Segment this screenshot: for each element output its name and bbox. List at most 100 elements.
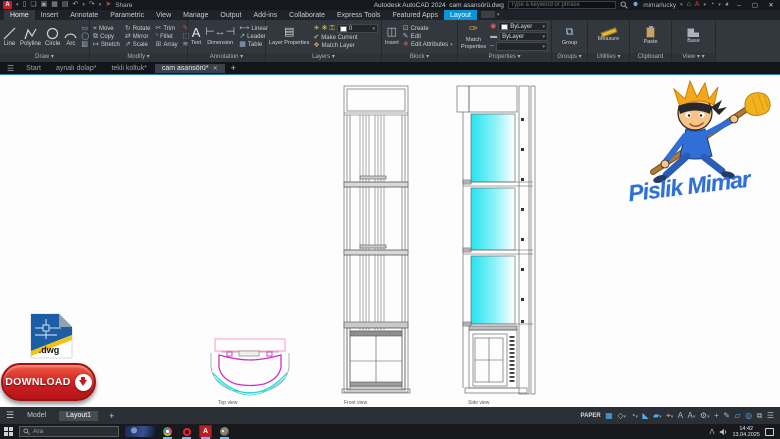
grid-display-icon[interactable]: ▦	[605, 411, 613, 420]
isometric-drafting-icon[interactable]: ▰▾	[653, 411, 662, 420]
annotation-monitor-icon[interactable]: ✎	[723, 411, 730, 420]
panel-utilities-label[interactable]: Utilities ▾	[588, 53, 629, 62]
insert-block-button[interactable]: ◫ Insert	[385, 26, 399, 46]
panel-layers-label[interactable]: Layers ▾	[266, 53, 381, 62]
file-tab-start[interactable]: Start	[19, 64, 48, 73]
object-snap-icon[interactable]: ⌖▾	[666, 411, 673, 421]
new-file-icon[interactable]: ▯	[23, 1, 27, 9]
lineweight-select[interactable]: ByLayer ▾	[499, 32, 548, 41]
tab-parametric[interactable]: Parametric	[104, 10, 150, 20]
maximize-button[interactable]: ▢	[749, 1, 761, 9]
trim-tool[interactable]: ✂Trim	[155, 25, 177, 32]
tab-view[interactable]: View	[150, 10, 177, 20]
polar-tracking-icon[interactable]: ◔▾	[630, 411, 637, 420]
match-properties-button[interactable]: ✑ MatchProperties	[461, 23, 486, 49]
layer-properties-button[interactable]: ▤ Layer Properties	[269, 26, 309, 46]
window-thumbnail[interactable]	[125, 426, 155, 437]
copy-tool[interactable]: ⧉Copy	[93, 33, 120, 40]
edit-block-button[interactable]: ✎Edit	[403, 33, 453, 40]
move-tool[interactable]: ⌖Move	[93, 25, 120, 32]
user-caret-icon[interactable]: ▾	[680, 2, 683, 8]
tab-express-tools[interactable]: Express Tools	[331, 10, 386, 20]
mirror-tool[interactable]: ⇄Mirror	[125, 33, 151, 40]
text-tool[interactable]: A Text	[191, 26, 201, 46]
paste-button[interactable]: Paste	[643, 27, 657, 45]
new-drawing-button[interactable]: +	[226, 63, 241, 73]
create-block-button[interactable]: ⊡Create	[403, 25, 453, 32]
crosshair-icon[interactable]: +	[714, 411, 719, 420]
arc-tool[interactable]: Arc	[64, 27, 77, 47]
hatch-tool-icon[interactable]: ▨	[81, 41, 89, 48]
snap-mode-icon[interactable]: ◇▾	[617, 411, 626, 420]
redo-icon[interactable]: ↷	[89, 1, 95, 9]
save-as-icon[interactable]: ▦	[51, 1, 58, 9]
user-icon[interactable]: ☻	[632, 1, 639, 9]
username-label[interactable]: mimarlucky	[643, 2, 676, 9]
dwg-file-icon[interactable]: .dwg	[27, 313, 75, 359]
share-label[interactable]: Share	[115, 2, 132, 9]
layer-lock-icon[interactable]: ⚿	[330, 25, 335, 32]
minimize-button[interactable]: –	[733, 2, 745, 9]
tab-home[interactable]: Home	[4, 10, 35, 20]
tab-layout[interactable]: Layout	[444, 10, 477, 20]
customization-icon[interactable]: ☰	[767, 411, 774, 420]
tab-annotate[interactable]: Annotate	[64, 10, 104, 20]
undo-icon[interactable]: ↶	[73, 1, 79, 9]
panel-modify-label[interactable]: Modify ▾	[90, 53, 187, 62]
workspace-gear-icon[interactable]: ⚙▾	[700, 411, 710, 420]
taskbar-opera[interactable]	[180, 425, 193, 438]
object-color-select[interactable]: ByLayer ▾	[498, 22, 548, 31]
group-button[interactable]: ⧉ Group	[562, 26, 577, 46]
help-globe-icon[interactable]: ◔	[710, 1, 714, 9]
layout-menu-icon[interactable]: ☰	[6, 410, 14, 421]
tab-add-ins[interactable]: Add-ins	[247, 10, 283, 20]
model-tab[interactable]: Model	[20, 411, 53, 421]
taskbar-clock[interactable]: 14:42 13.04.2025	[732, 426, 760, 438]
open-file-icon[interactable]: ❏	[30, 1, 36, 9]
search-icon[interactable]	[620, 1, 628, 9]
edit-attributes-button[interactable]: ❖Edit Attributes ▾	[403, 41, 453, 48]
download-button[interactable]: DOWNLOAD	[1, 363, 96, 401]
tray-chevron-icon[interactable]: ⋀	[710, 428, 715, 435]
a-caret-icon[interactable]: ▾	[704, 2, 707, 8]
circle-tool[interactable]: Circle	[45, 27, 60, 47]
fillet-tool[interactable]: ◝Fillet	[155, 33, 177, 40]
file-tab-tekli-koltuk[interactable]: tekli koltuk*	[104, 64, 153, 73]
layer-on-icon[interactable]: ☀	[313, 25, 319, 32]
rotate-tool[interactable]: ↻Rotate	[125, 25, 151, 32]
match-layer-button[interactable]: ❖ Match Layer	[313, 42, 378, 49]
app-menu-caret-icon[interactable]: ▾	[16, 2, 19, 8]
layer-select[interactable]: 0 ▾	[337, 24, 378, 33]
isolate-objects-icon[interactable]: ◎	[745, 411, 752, 420]
paper-space-indicator[interactable]: PAPER	[581, 413, 601, 419]
ortho-mode-icon[interactable]: ◣	[642, 411, 648, 420]
scale-tool[interactable]: ⇗Scale	[125, 41, 151, 48]
tab-insert[interactable]: Insert	[35, 10, 65, 20]
help-caret-icon[interactable]: ▾	[718, 2, 721, 8]
table-tool[interactable]: ▦Table	[239, 41, 268, 48]
undo-caret-icon[interactable]: ▾	[82, 2, 85, 8]
app-store-icon[interactable]: ⌂	[687, 1, 691, 9]
save-icon[interactable]: ▣	[41, 1, 48, 9]
tab-output[interactable]: Output	[214, 10, 247, 20]
app-menu-button[interactable]: A	[3, 1, 12, 9]
tab-featured-apps[interactable]: Featured Apps	[386, 10, 444, 20]
taskbar-search[interactable]: Ara	[19, 426, 119, 437]
line-tool[interactable]: Line	[3, 27, 16, 47]
autodesk-a-icon[interactable]: A	[695, 1, 700, 9]
close-tab-icon[interactable]: ✕	[213, 65, 218, 72]
base-view-button[interactable]: Base	[687, 28, 700, 44]
panel-view-label[interactable]: View ▾ ▾	[672, 53, 715, 62]
ribbon-display-toggle[interactable]	[481, 11, 495, 18]
notification-bell-icon[interactable]: ◕	[725, 1, 729, 9]
leader-tool[interactable]: ↗Leader	[239, 33, 268, 40]
file-tab-aynali-dolap[interactable]: aynalı dolap*	[49, 64, 103, 73]
layer-freeze-icon[interactable]: ❄	[322, 25, 328, 32]
make-current-button[interactable]: ✔ Make Current	[313, 34, 378, 41]
taskbar-autocad[interactable]: A	[199, 425, 212, 438]
taskbar-chrome[interactable]	[161, 425, 174, 438]
action-center-icon[interactable]	[765, 428, 774, 436]
taskbar-gimp[interactable]	[218, 425, 231, 438]
panel-annotation-label[interactable]: Annotation ▾	[188, 53, 265, 62]
share-icon[interactable]: ➤	[105, 1, 111, 9]
